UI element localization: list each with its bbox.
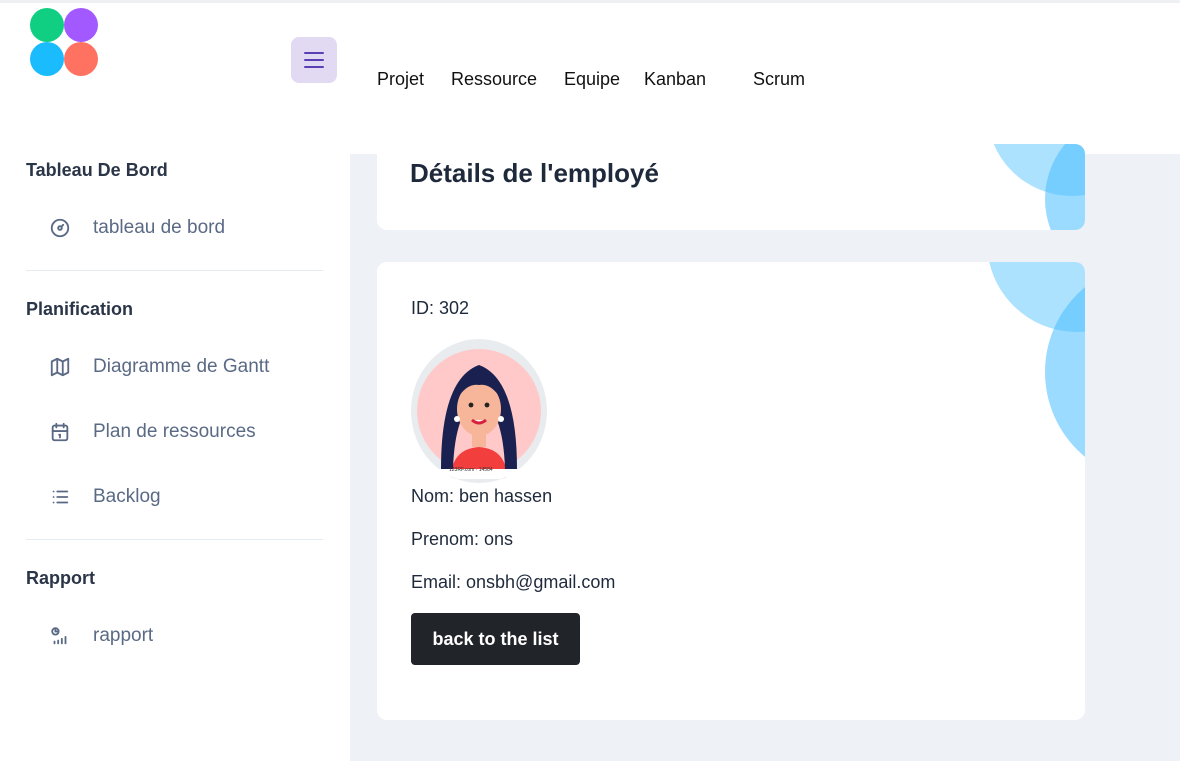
logo-blue-dot (30, 42, 64, 76)
list-icon (48, 485, 72, 509)
employee-email: Email: onsbh@gmail.com (411, 572, 616, 592)
employee-nom: Nom: ben hassen (411, 486, 553, 506)
page-title: Détails de l'employé (410, 158, 659, 188)
sidebar-divider (26, 270, 323, 271)
sidebar-item-label: Diagramme de Gantt (93, 356, 270, 377)
map-icon (48, 355, 72, 379)
main-content: Détails de l'employé ID: 302 123RF.com ·… (350, 144, 1180, 761)
hamburger-menu-button[interactable] (291, 37, 337, 83)
sidebar: Tableau De Bord tableau de bord Planific… (0, 154, 350, 761)
chart-icon (48, 624, 72, 648)
nav-ressource[interactable]: Ressource (451, 69, 537, 90)
employee-id: ID: 302 (411, 298, 470, 318)
sidebar-item-plan-ressources[interactable]: Plan de ressources (48, 417, 318, 447)
sidebar-item-label: rapport (93, 625, 154, 646)
logo-green-dot (30, 8, 64, 42)
logo-orange-dot (64, 42, 98, 76)
sidebar-item-label: tableau de bord (93, 217, 226, 238)
top-header: Projet Ressource Equipe Kanban Scrum (0, 0, 1180, 154)
sidebar-section-title: Tableau De Bord (26, 160, 168, 180)
back-to-list-button[interactable]: back to the list (411, 613, 580, 665)
app-logo[interactable] (30, 8, 100, 78)
avatar-watermark: 123RF.com · 14584 (449, 467, 493, 473)
hamburger-icon (304, 52, 324, 54)
sidebar-item-label: Backlog (93, 486, 161, 507)
logo-purple-dot (64, 8, 98, 42)
sidebar-section-title: Planification (26, 299, 134, 319)
employee-avatar: 123RF.com · 14584 (411, 339, 547, 483)
sidebar-item-backlog[interactable]: Backlog (48, 482, 318, 512)
gauge-icon (48, 216, 72, 240)
employee-prenom: Prenom: ons (411, 529, 514, 549)
calendar-icon (48, 420, 72, 444)
sidebar-section-title: Rapport (26, 568, 95, 588)
sidebar-item-gantt[interactable]: Diagramme de Gantt (48, 352, 318, 382)
sidebar-item-label: Plan de ressources (93, 421, 256, 442)
nav-equipe[interactable]: Equipe (564, 69, 620, 90)
employee-details-card: ID: 302 123RF.com · 14584 Nom: ben hasse… (377, 262, 1085, 720)
sidebar-divider (26, 539, 323, 540)
nav-kanban[interactable]: Kanban (644, 69, 706, 90)
sidebar-item-tableau-de-bord[interactable]: tableau de bord (48, 213, 318, 243)
title-card: Détails de l'employé (377, 144, 1085, 230)
nav-scrum[interactable]: Scrum (753, 69, 805, 90)
sidebar-item-rapport[interactable]: rapport (48, 621, 318, 651)
nav-projet[interactable]: Projet (377, 69, 424, 90)
